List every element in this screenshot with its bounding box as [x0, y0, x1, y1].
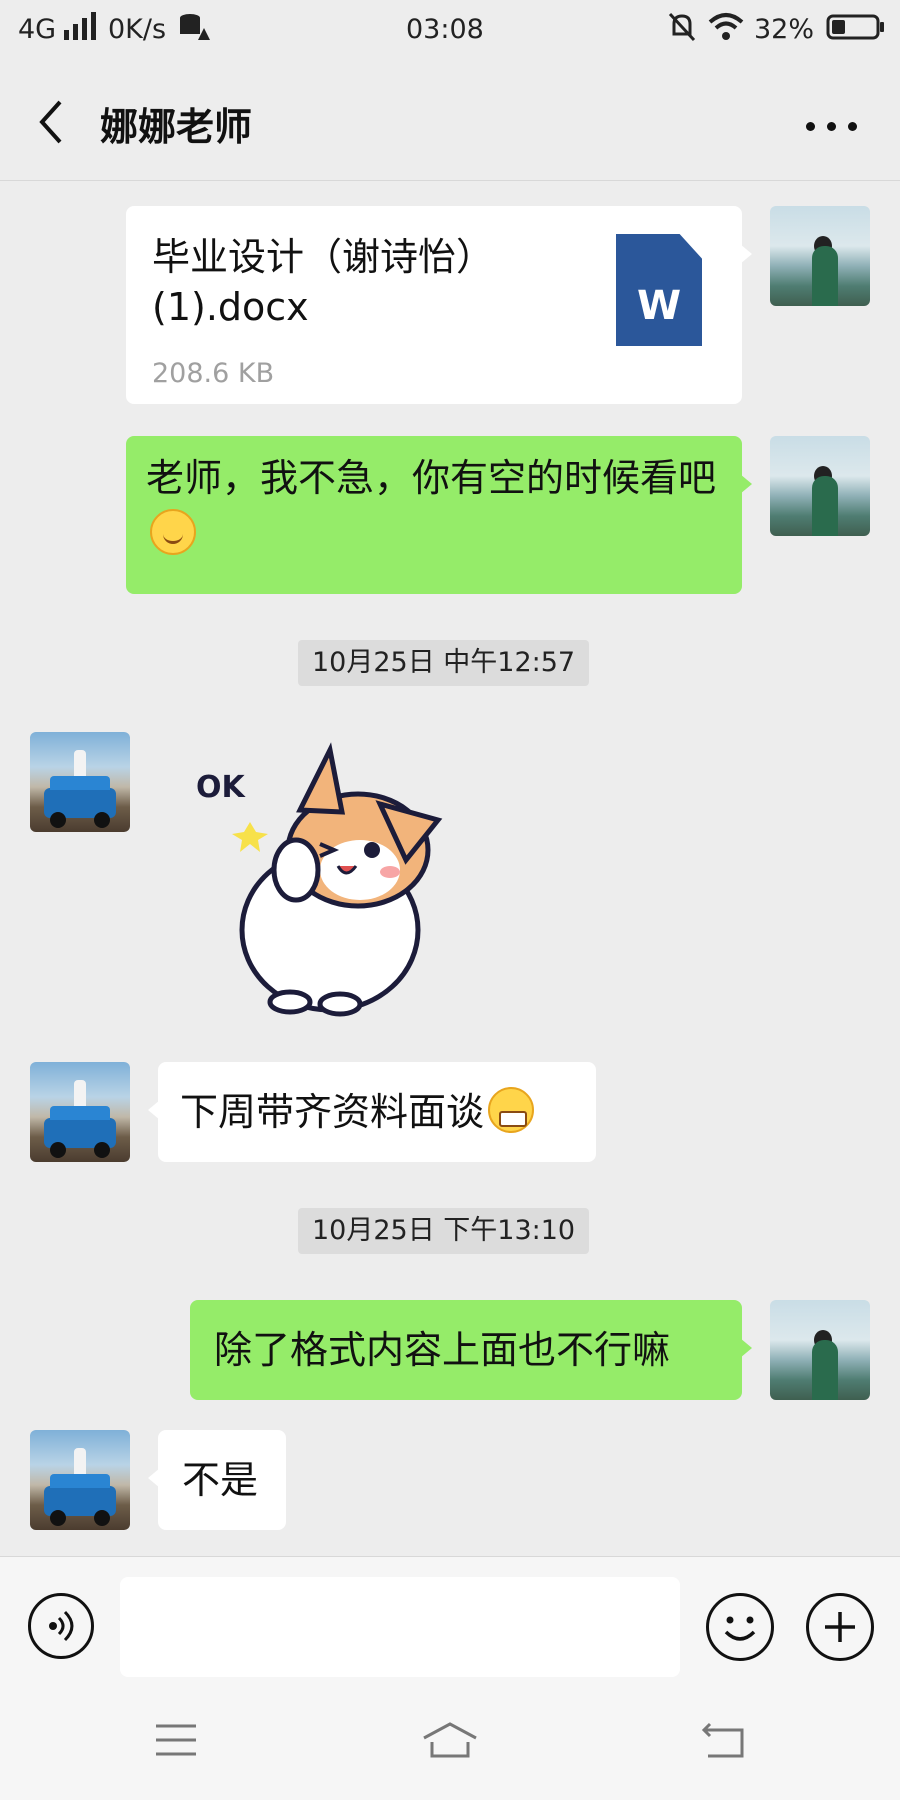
mute-bell-icon	[668, 12, 696, 52]
contact-avatar[interactable]	[30, 732, 130, 832]
file-size: 208.6 KB	[152, 358, 275, 389]
sticker-text: OK	[196, 770, 245, 805]
timestamp: 10月25日 中午12:57	[298, 640, 590, 686]
network-type: 4G	[18, 14, 57, 45]
smile-emoji-icon	[150, 509, 196, 555]
message-text: 不是	[182, 1458, 259, 1502]
contact-avatar[interactable]	[30, 1430, 130, 1530]
grimace-emoji-icon	[488, 1087, 535, 1133]
battery-percent: 32%	[754, 14, 815, 45]
status-bar: 4G 0K/s 03:08 32%	[0, 0, 900, 60]
contact-name: 娜娜老师	[100, 105, 253, 149]
input-bar	[0, 1556, 900, 1687]
emoji-icon[interactable]	[706, 1593, 774, 1661]
timestamp: 10月25日 下午13:10	[298, 1208, 590, 1254]
file-name: 毕业设计（谢诗怡）(1).docx	[152, 235, 495, 329]
plus-icon[interactable]	[806, 1593, 874, 1661]
ok-sticker[interactable]: OK	[180, 740, 460, 1020]
file-message[interactable]: 毕业设计（谢诗怡）(1).docx 208.6 KB W	[126, 206, 752, 404]
back-icon[interactable]	[700, 1720, 748, 1760]
battery-icon	[826, 12, 886, 52]
contact-avatar[interactable]	[30, 1062, 130, 1162]
signal-icon	[62, 12, 102, 52]
message-text: 下周带齐资料面谈	[180, 1090, 485, 1134]
more-dots-icon[interactable]	[800, 112, 870, 142]
network-speed: 0K/s	[108, 14, 167, 45]
wifi-icon	[708, 12, 744, 52]
voice-icon[interactable]	[28, 1593, 94, 1659]
message-input[interactable]	[120, 1577, 680, 1677]
sent-message[interactable]: 老师，我不急，你有空的时候看吧	[126, 436, 752, 594]
chevron-left-icon[interactable]	[30, 96, 74, 148]
my-avatar[interactable]	[770, 436, 870, 536]
received-message[interactable]: 不是	[148, 1430, 286, 1530]
received-message[interactable]: 下周带齐资料面谈	[148, 1062, 596, 1162]
my-avatar[interactable]	[770, 1300, 870, 1400]
my-avatar[interactable]	[770, 206, 870, 306]
menu-icon[interactable]	[152, 1720, 200, 1760]
clock: 03:08	[406, 14, 484, 45]
chat-header: 娜娜老师	[0, 60, 900, 181]
message-text: 老师，我不急，你有空的时候看吧	[146, 456, 717, 500]
word-doc-icon: W	[616, 234, 702, 346]
sent-message[interactable]: 除了格式内容上面也不行嘛	[190, 1300, 752, 1400]
home-icon[interactable]	[420, 1720, 480, 1760]
message-text: 除了格式内容上面也不行嘛	[214, 1328, 671, 1372]
data-warning-icon	[178, 12, 210, 52]
system-nav-bar	[0, 1686, 900, 1800]
